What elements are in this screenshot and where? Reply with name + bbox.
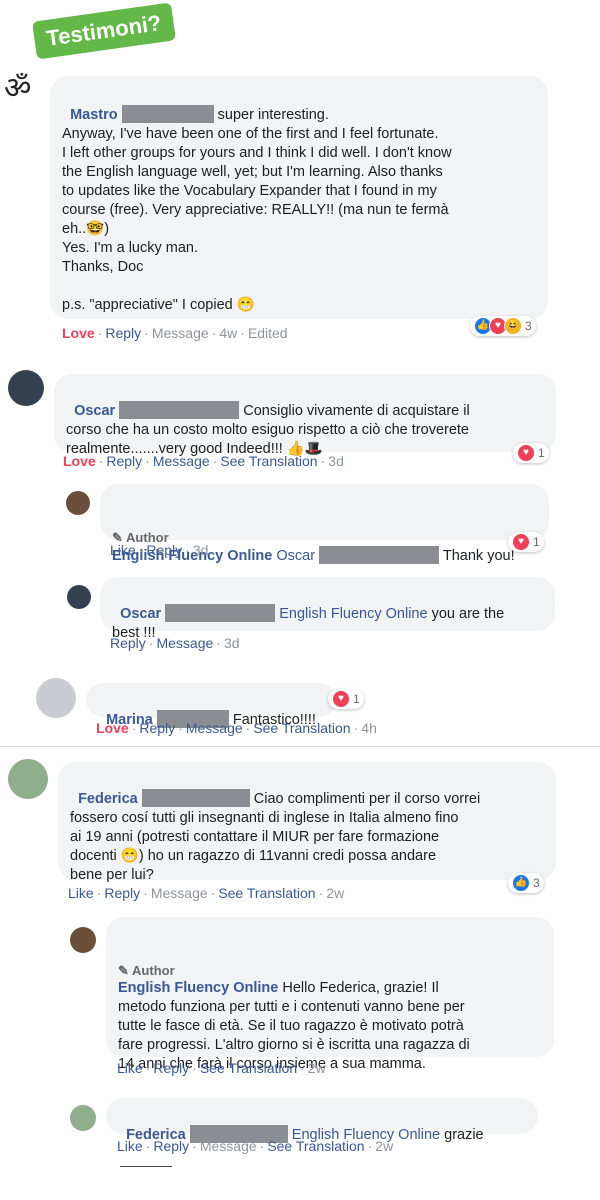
comment-body: Anyway, I've have been one of the first … <box>62 126 452 313</box>
reaction-summary[interactable]: 👍 ♥ 😆 3 <box>470 316 536 336</box>
timestamp[interactable]: 3d <box>224 635 240 651</box>
comment-text: super interesting. <box>217 107 329 123</box>
reaction-summary[interactable]: ♥ 1 <box>328 689 364 709</box>
message-button[interactable]: Message <box>152 325 209 341</box>
timestamp[interactable]: 3d <box>328 453 344 469</box>
like-reaction-icon: 👍 <box>512 874 530 892</box>
reaction-count: 1 <box>538 446 545 460</box>
avatar-oscar[interactable] <box>8 370 44 406</box>
reply-button[interactable]: Reply <box>139 720 175 736</box>
timestamp[interactable]: 2w <box>375 1138 393 1154</box>
commenter-name[interactable]: Mastro <box>70 107 118 123</box>
avatar-om-icon[interactable]: ॐ <box>4 72 38 106</box>
mention-link[interactable]: Oscar <box>276 548 315 564</box>
reaction-count: 1 <box>533 535 540 549</box>
reply-button[interactable]: Reply <box>110 635 146 651</box>
love-reaction-icon: ♥ <box>332 690 350 708</box>
reaction-count: 3 <box>533 876 540 890</box>
section-divider <box>0 746 600 747</box>
avatar-federica[interactable] <box>8 759 48 799</box>
avatar-efo[interactable] <box>66 491 90 515</box>
reply-actions: Like · Reply · See Translation · 2w <box>117 1060 326 1076</box>
reply-actions: Like · Reply · Message · See Translation · 2w <box>117 1138 394 1154</box>
reaction-summary[interactable]: ♥ 1 <box>513 443 549 463</box>
message-button[interactable]: Message <box>156 635 213 651</box>
see-translation-link[interactable]: See Translation <box>218 885 315 901</box>
message-button[interactable]: Message <box>186 720 243 736</box>
reaction-count: 1 <box>353 692 360 706</box>
reaction-count: 3 <box>525 319 532 333</box>
reply-button[interactable]: Reply <box>105 325 141 341</box>
comment-body: fossero cosí tutti gli insegnanti di ing… <box>70 810 459 883</box>
comment-actions: Love · Reply · Message · See Translation · 4h <box>96 720 377 736</box>
reply-button[interactable]: Reply <box>106 453 142 469</box>
avatar-marina[interactable] <box>36 678 76 718</box>
reply-button[interactable]: Reply <box>104 885 140 901</box>
love-button[interactable]: Love <box>62 325 95 341</box>
comment-body: Thank you! <box>442 548 515 564</box>
bottom-divider <box>120 1166 172 1167</box>
comment-actions: Love · Reply · Message · See Translation · 3d <box>63 453 344 469</box>
like-button[interactable]: Like <box>117 1060 143 1076</box>
like-button[interactable]: Like <box>117 1138 143 1154</box>
see-translation-link[interactable]: See Translation <box>253 720 350 736</box>
commenter-name[interactable]: Oscar <box>74 403 115 419</box>
like-button[interactable]: Like <box>110 542 136 558</box>
comment-bubble-oscar: Oscar Consiglio vivamente di acquistare … <box>54 374 556 457</box>
comment-actions: Love · Reply · Message · 4w · Edited <box>62 325 288 341</box>
avatar-federica[interactable] <box>70 1105 96 1131</box>
avatar-oscar[interactable] <box>67 585 91 609</box>
message-button[interactable]: Message <box>151 885 208 901</box>
reply-button[interactable]: Reply <box>146 542 182 558</box>
pencil-icon: ✎ <box>118 963 129 978</box>
timestamp[interactable]: 4h <box>361 720 377 736</box>
comment-bubble-federica: Federica Ciao complimenti per il corso v… <box>58 762 556 883</box>
comment-body: grazie <box>444 1127 484 1143</box>
see-translation-link[interactable]: See Translation <box>267 1138 364 1154</box>
commenter-name[interactable]: Oscar <box>120 606 161 622</box>
comment-text: Hello Federica, grazie! Il <box>282 980 439 996</box>
love-reaction-icon: ♥ <box>512 533 530 551</box>
reaction-summary[interactable]: 👍 3 <box>508 873 544 893</box>
see-translation-link[interactable]: See Translation <box>200 1060 297 1076</box>
comment-bubble-mastro: Mastro super interesting. Anyway, I've h… <box>50 76 548 319</box>
like-button[interactable]: Like <box>68 885 94 901</box>
haha-reaction-icon: 😆 <box>504 317 522 335</box>
reply-actions: Like · Reply · 3d <box>110 542 209 558</box>
avatar-efo[interactable] <box>70 927 96 953</box>
commenter-name[interactable]: English Fluency Online <box>118 980 278 996</box>
comment-text: Ciao complimenti per il corso vorrei <box>253 791 481 807</box>
testimoni-tag: Testimoni? <box>32 2 176 60</box>
love-reaction-icon: ♥ <box>517 444 535 462</box>
reply-bubble-efo: ✎ Author English Fluency Online Hello Fed… <box>106 917 554 1072</box>
message-button[interactable]: Message <box>200 1138 257 1154</box>
reply-bubble-efo: ✎ Author English Fluency Online Oscar Tha… <box>100 484 549 564</box>
reply-bubble-federica: Federica English Fluency Online grazie <box>106 1098 538 1143</box>
reaction-summary[interactable]: ♥ 1 <box>508 532 544 552</box>
comment-text: you are the <box>431 606 505 622</box>
timestamp[interactable]: 4w <box>219 325 237 341</box>
author-badge: ✎ Author <box>118 963 175 978</box>
message-button[interactable]: Message <box>153 453 210 469</box>
timestamp[interactable]: 2w <box>326 885 344 901</box>
love-button[interactable]: Love <box>96 720 129 736</box>
reply-button[interactable]: Reply <box>153 1060 189 1076</box>
comment-bubble-marina: Marina Fantastico!!!! <box>86 683 336 728</box>
love-button[interactable]: Love <box>63 453 96 469</box>
reply-actions: Reply · Message · 3d <box>110 635 240 651</box>
mention-link[interactable]: English Fluency Online <box>279 606 427 622</box>
timestamp[interactable]: 3d <box>193 542 209 558</box>
edited-label: Edited <box>247 325 288 341</box>
see-translation-link[interactable]: See Translation <box>220 453 317 469</box>
reply-bubble-oscar: Oscar English Fluency Online you are the… <box>100 577 555 641</box>
reply-button[interactable]: Reply <box>153 1138 189 1154</box>
commenter-name[interactable]: Federica <box>78 791 138 807</box>
timestamp[interactable]: 2w <box>308 1060 326 1076</box>
comment-actions: Like · Reply · Message · See Translation · 2w <box>68 885 345 901</box>
